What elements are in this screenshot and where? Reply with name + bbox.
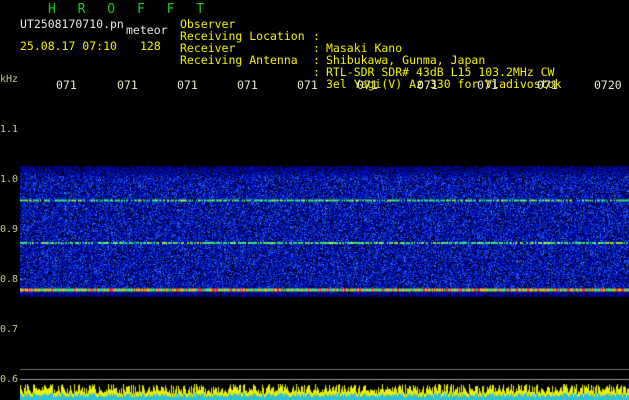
time-tick: 071: [237, 78, 258, 92]
capture-value: 128: [140, 39, 161, 53]
y-tick-label: 0.7: [0, 324, 19, 335]
y-tick-label: 1.0: [0, 174, 19, 185]
hrofft-window: H R O F F T UT2508170710.pn meteor 25.08…: [0, 0, 629, 400]
spectrogram-plot: [20, 92, 629, 400]
meta-receiver: Receiver : RTL-SDR SDR# 43dB L15 103.2MH…: [180, 30, 554, 78]
y-tick-label: 0.9: [0, 224, 19, 235]
meta-separator: :: [313, 65, 320, 79]
time-tick: 0720: [594, 78, 622, 92]
file-name: UT2508170710.pn: [20, 17, 124, 31]
time-tick: 071: [56, 78, 77, 92]
meta-location: Receiving Location : Shibukawa, Gunma, J…: [180, 18, 500, 66]
file-tag: meteor: [126, 23, 168, 37]
time-tick: 071: [297, 78, 318, 92]
time-tick: 071: [177, 78, 198, 92]
spectrogram-canvas: [20, 92, 629, 400]
meta-antenna: Receiving Antenna : 3el Yagi(V) Az 330 f…: [180, 42, 561, 90]
meta-observer: Observer : Masaki Kano: [180, 6, 500, 54]
axis-unit-label: kHz: [0, 74, 19, 85]
time-tick: 071: [477, 78, 498, 92]
y-tick-label: 1.1: [0, 124, 19, 135]
y-tick-label: 0.6: [0, 374, 19, 385]
time-tick: 071: [417, 78, 438, 92]
y-tick-label: 0.8: [0, 274, 19, 285]
time-tick: 071: [357, 78, 378, 92]
frequency-axis: kHz 1.1 1.0 0.9 0.8 0.7 0.6: [0, 74, 20, 400]
capture-datetime: 25.08.17 07:10: [20, 39, 117, 53]
header-panel: H R O F F T UT2508170710.pn meteor 25.08…: [0, 0, 629, 90]
meta-key: Receiving Antenna: [180, 53, 298, 67]
time-tick: 071: [117, 78, 138, 92]
time-tick: 071: [537, 78, 558, 92]
